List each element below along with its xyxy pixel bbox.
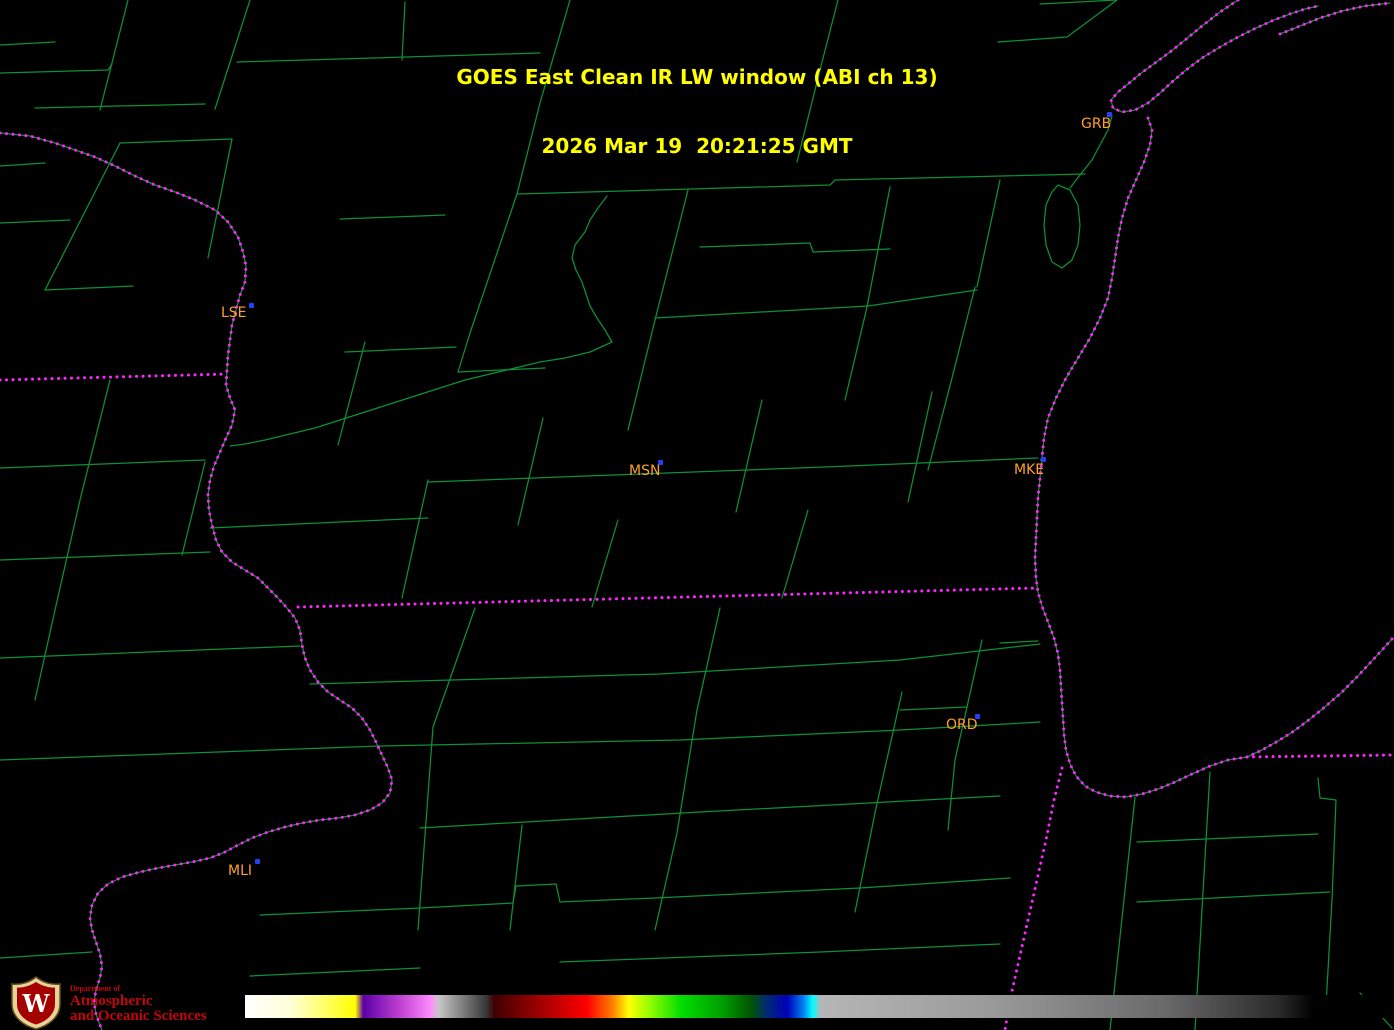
- county-boundary-line: [427, 457, 1039, 483]
- station-dot-MLI: [255, 859, 260, 864]
- county-boundary-line: [866, 186, 891, 308]
- state-border-dotted-line: [0, 372, 229, 382]
- product-title: GOES East Clean IR LW window (ABI ch 13): [456, 65, 938, 89]
- county-boundary-line: [181, 461, 206, 556]
- uw-aos-logo: W Department of Atmospheric and Oceanic …: [0, 976, 260, 1030]
- county-boundary-line: [699, 242, 891, 253]
- county-boundary-line: [0, 645, 301, 659]
- county-boundary-line: [947, 639, 983, 831]
- temperature-colorbar: [245, 995, 1394, 1018]
- logo-department-text: Department of: [70, 984, 120, 993]
- state-border-dotted-line: [1003, 766, 1064, 1030]
- county-boundary-line: [337, 341, 366, 446]
- county-boundary-line: [339, 214, 446, 220]
- county-boundary-line: [0, 459, 206, 469]
- station-label-GRB: GRB: [1081, 116, 1112, 132]
- county-boundary-line: [1317, 777, 1337, 1006]
- state-border-dotted-line: [1033, 116, 1394, 799]
- station-label-LSE: LSE: [221, 305, 247, 321]
- county-boundary-line: [517, 417, 544, 526]
- county-boundary-line: [259, 877, 1011, 916]
- county-boundary-line: [627, 319, 656, 431]
- county-boundary-line: [781, 509, 809, 599]
- image-title: GOES East Clean IR LW window (ABI ch 13)…: [0, 20, 1394, 204]
- county-boundary-line: [229, 195, 613, 447]
- county-boundary-line: [1136, 833, 1319, 843]
- county-boundary-line: [559, 943, 1001, 963]
- state-border-dotted-line: [0, 131, 394, 1030]
- county-boundary-line: [999, 640, 1039, 644]
- county-boundary-line: [249, 967, 421, 977]
- county-boundary-line: [1136, 891, 1331, 903]
- county-boundary-line: [0, 721, 1041, 761]
- county-boundary-line: [907, 391, 933, 503]
- county-boundary-line: [0, 132, 393, 1030]
- county-boundary-line: [344, 346, 457, 353]
- satellite-viewer-screen: GOES East Clean IR LW window (ABI ch 13)…: [0, 0, 1394, 1030]
- county-boundary-line: [1194, 771, 1211, 1030]
- county-boundary-line: [0, 551, 211, 561]
- timestamp: 2026 Mar 19 20:21:25 GMT: [541, 134, 853, 158]
- county-boundary-line: [844, 306, 868, 401]
- station-label-ORD: ORD: [946, 717, 978, 733]
- county-boundary-line: [867, 289, 978, 307]
- station-dot-LSE: [249, 303, 254, 308]
- county-boundary-line: [401, 479, 429, 599]
- uw-crest-icon: W: [11, 976, 61, 1030]
- county-boundary-line: [654, 305, 869, 319]
- station-label-MSN: MSN: [629, 463, 661, 479]
- county-boundary-line: [927, 286, 976, 471]
- state-border-dotted-line: [296, 586, 1038, 609]
- county-boundary-line: [654, 189, 689, 321]
- state-border-dotted-line: [1245, 753, 1394, 759]
- county-boundary-line: [44, 285, 134, 291]
- county-boundary-line: [0, 219, 71, 224]
- crest-letter: W: [22, 989, 51, 1018]
- county-boundary-line: [1039, 0, 1118, 5]
- county-boundary-line: [509, 824, 523, 931]
- county-boundary-line: [309, 643, 1041, 685]
- county-boundary-line: [34, 379, 111, 701]
- county-boundary-line: [419, 795, 1001, 829]
- logo-oceanic-text: and Oceanic Sciences: [70, 1008, 207, 1024]
- county-boundary-line: [0, 951, 93, 959]
- station-label-MLI: MLI: [228, 863, 253, 879]
- county-boundary-line: [591, 519, 619, 608]
- station-label-MKE: MKE: [1014, 462, 1045, 478]
- county-boundary-line: [899, 706, 968, 711]
- county-boundary-line: [654, 607, 721, 931]
- county-boundary-line: [209, 517, 429, 529]
- county-boundary-line: [417, 607, 476, 931]
- county-boundary-line: [735, 399, 763, 513]
